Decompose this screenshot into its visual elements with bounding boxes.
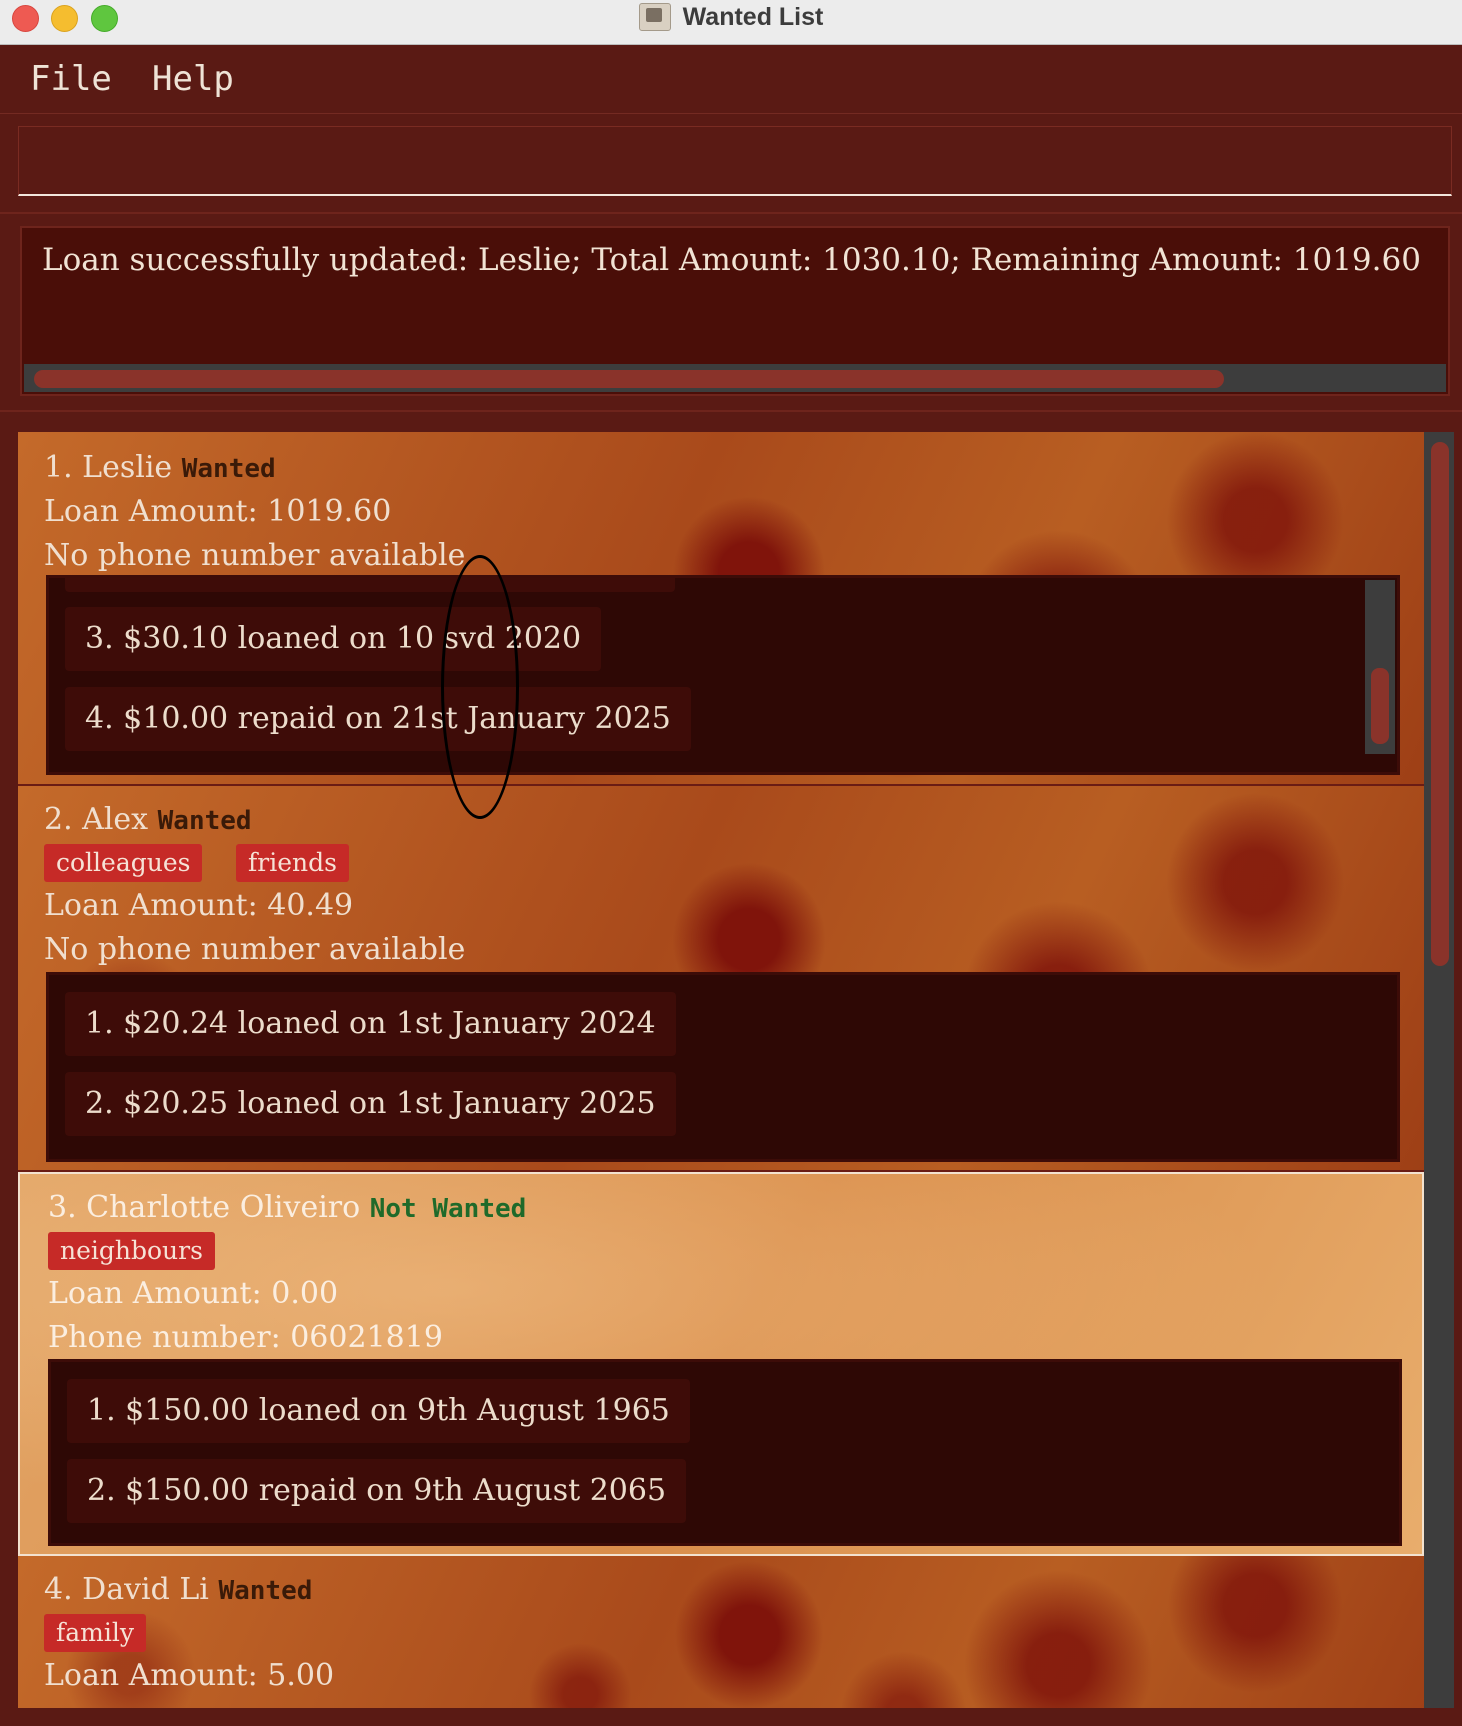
status-badge: Wanted [157, 806, 252, 836]
phone-number: No phone number available [44, 932, 466, 967]
loan-entry: 1. $150.00 loaned on 9th August 1965 [67, 1379, 690, 1443]
status-badge: Wanted [218, 1576, 313, 1606]
menu-file[interactable]: File [30, 59, 112, 99]
person-name: 3. Charlotte Oliveiro [48, 1190, 361, 1225]
window-title: Wanted List [682, 2, 824, 31]
tag-badge: friends [236, 844, 349, 882]
list-item-partial [65, 578, 675, 592]
loan-entry: 1. $20.24 loaned on 1st January 2024 [65, 992, 676, 1056]
person-name: 2. Alex [44, 802, 149, 837]
menu-bar: File Help [0, 45, 1462, 114]
loan-entry: 3. $30.10 loaned on 10 svd 2020 [65, 607, 602, 671]
app-icon [638, 3, 671, 31]
person-card[interactable]: 4. David Li Wanted family Loan Amount: 5… [18, 1556, 1424, 1708]
loan-history-list[interactable]: 1. $150.00 loaned on 9th August 1965 2. … [48, 1359, 1402, 1546]
loan-history-list[interactable]: 1. $20.24 loaned on 1st January 2024 2. … [46, 972, 1400, 1162]
person-name: 4. David Li [44, 1572, 209, 1607]
command-box [0, 114, 1462, 214]
phone-number: Phone number: 06021819 [48, 1320, 443, 1355]
tag-badge: family [44, 1614, 146, 1652]
loan-amount: Loan Amount: 5.00 [44, 1658, 335, 1693]
person-list-scroll-thumb[interactable] [1431, 442, 1449, 966]
person-card[interactable]: 2. Alex Wanted colleagues friends Loan A… [18, 786, 1424, 1172]
command-input[interactable] [18, 126, 1452, 196]
loan-list-scroll-thumb[interactable] [1371, 668, 1389, 744]
tag-badge: neighbours [48, 1232, 215, 1270]
divider [0, 410, 1462, 412]
loan-amount: Loan Amount: 40.49 [44, 888, 354, 923]
result-display: Loan successfully updated: Leslie; Total… [20, 226, 1450, 396]
status-badge: Wanted [181, 454, 276, 484]
loan-amount: Loan Amount: 0.00 [48, 1276, 339, 1311]
person-card[interactable]: 1. Leslie Wanted Loan Amount: 1019.60 No… [18, 432, 1424, 786]
status-badge: Not Wanted [369, 1194, 527, 1224]
loan-entry: 4. $10.00 repaid on 21st January 2025 [65, 687, 691, 751]
result-horizontal-scrollbar[interactable] [24, 364, 1446, 392]
loan-history-list[interactable]: 3. $30.10 loaned on 10 svd 2020 4. $10.0… [46, 575, 1400, 775]
loan-entry: 2. $20.25 loaned on 1st January 2025 [65, 1072, 676, 1136]
person-list[interactable]: 1. Leslie Wanted Loan Amount: 1019.60 No… [18, 432, 1424, 1708]
person-list-scrollbar[interactable] [1424, 432, 1454, 1708]
person-card-selected[interactable]: 3. Charlotte Oliveiro Not Wanted neighbo… [18, 1172, 1424, 1556]
phone-number: No phone number available [44, 538, 466, 573]
loan-amount: Loan Amount: 1019.60 [44, 494, 392, 529]
loan-entry: 2. $150.00 repaid on 9th August 2065 [67, 1459, 687, 1523]
result-scroll-thumb[interactable] [34, 370, 1224, 388]
title-bar: Wanted List [0, 0, 1462, 45]
loan-list-scrollbar[interactable] [1365, 580, 1395, 754]
person-name: 1. Leslie [44, 450, 173, 485]
tag-badge: colleagues [44, 844, 203, 882]
menu-help[interactable]: Help [152, 59, 234, 99]
result-message: Loan successfully updated: Leslie; Total… [42, 242, 1421, 278]
